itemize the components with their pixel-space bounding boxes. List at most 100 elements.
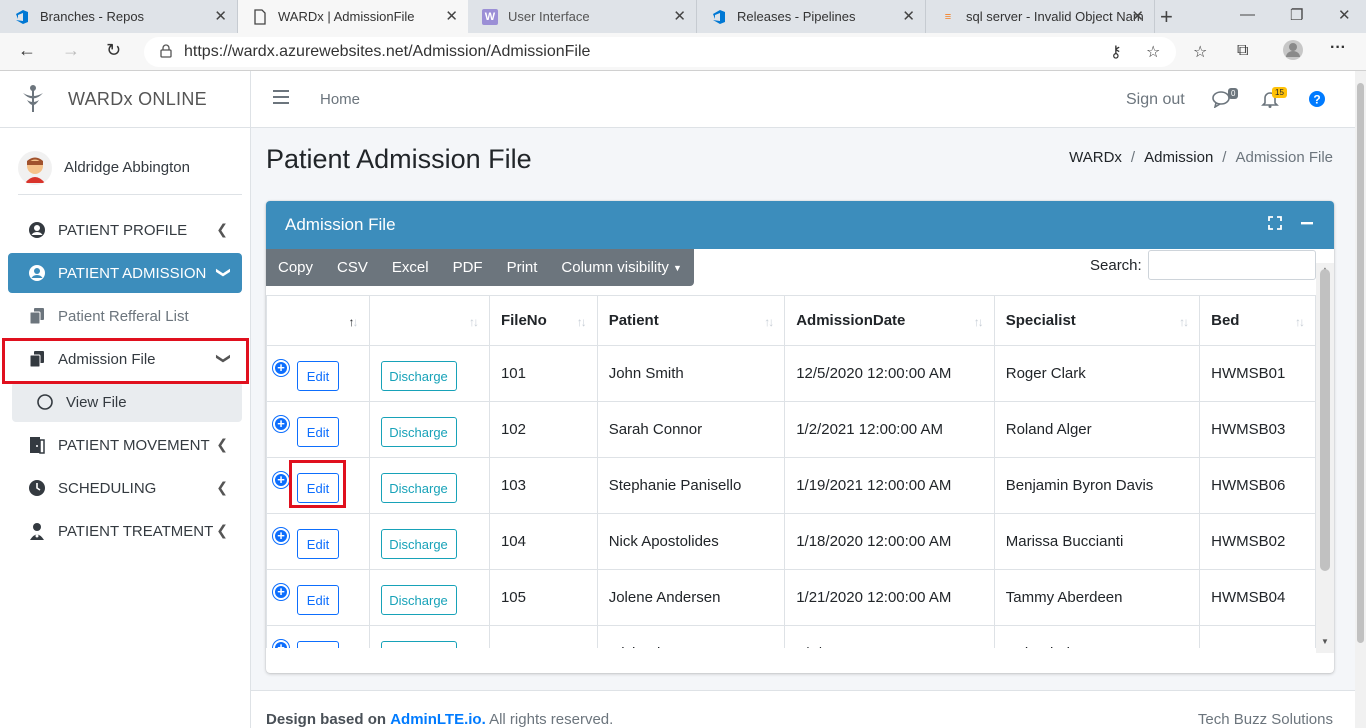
profile-icon[interactable] (1282, 39, 1304, 66)
adminlte-link[interactable]: AdminLTE.io. (390, 711, 486, 728)
breadcrumb-item[interactable]: WARDx (1069, 149, 1122, 166)
brand[interactable]: WARDx ONLINE (0, 71, 250, 128)
sidebar-item-patient-admission[interactable]: PATIENT ADMISSION ❮ (8, 253, 242, 293)
table-scrollbar[interactable]: ▲ ▼ (1316, 263, 1334, 653)
discharge-button[interactable]: Discharge (380, 585, 457, 615)
expand-row-icon[interactable]: + (273, 640, 289, 648)
close-icon[interactable]: ✕ (902, 7, 915, 25)
highlight-box (289, 460, 346, 508)
sidebar-item-scheduling[interactable]: SCHEDULING ❮ (8, 468, 242, 508)
edit-button[interactable]: Edit (297, 529, 339, 559)
sidebar-item-patient-movement[interactable]: PATIENT MOVEMENT ❮ (8, 425, 242, 465)
favorites-icon[interactable]: ☆ (1193, 42, 1207, 62)
scroll-thumb[interactable] (1320, 269, 1330, 571)
key-icon[interactable]: ⚷ (1110, 42, 1122, 62)
bed-cell: HWMSB02 (1199, 513, 1316, 570)
discharge-button[interactable]: Discharge (380, 529, 457, 559)
sidebar-item-view-file[interactable]: View File (12, 382, 242, 422)
bed-cell: HWMSB06 (1199, 457, 1316, 514)
favorite-add-icon[interactable]: ☆ (1146, 42, 1160, 62)
specialist-cell: Roland Alger (993, 401, 1201, 458)
close-icon[interactable]: ✕ (673, 7, 686, 25)
help-icon[interactable]: ? (1308, 90, 1326, 113)
expand-row-icon[interactable]: + (273, 472, 289, 488)
signout-link[interactable]: Sign out (1126, 91, 1185, 109)
row-action-cell: Discharge (368, 401, 490, 458)
more-icon[interactable]: ··· (1330, 39, 1346, 57)
column-header-admissiondate[interactable]: AdmissionDate ↑↓ (784, 295, 995, 346)
url-field[interactable]: https://wardx.azurewebsites.net/Admissio… (144, 37, 1176, 67)
bell-icon[interactable]: 15 (1261, 87, 1287, 113)
print-button[interactable]: Print (495, 249, 550, 286)
menu-icon[interactable] (273, 90, 289, 104)
scroll-thumb[interactable] (1357, 83, 1364, 643)
column-header-bed[interactable]: Bed ↑↓ (1199, 295, 1316, 346)
maximize-icon[interactable] (1268, 216, 1282, 233)
card-header: Admission File (266, 201, 1334, 249)
patient-cell: Jolene Andersen (596, 569, 786, 626)
close-icon[interactable]: ✕ (1131, 7, 1144, 25)
discharge-button[interactable]: Discharge (380, 417, 457, 447)
circle-icon (36, 393, 54, 411)
window-scrollbar[interactable] (1355, 71, 1366, 728)
messages-badge: 0 (1228, 88, 1239, 99)
column-header-patient[interactable]: Patient ↑↓ (596, 295, 786, 346)
admissiondate-cell: 1/2/2021 12:00:00 AM (784, 401, 995, 458)
scroll-down-icon[interactable]: ▼ (1321, 637, 1329, 646)
forward-icon[interactable]: → (62, 40, 80, 61)
excel-button[interactable]: Excel (380, 249, 441, 286)
column-header-actions[interactable]: ↑↓ (368, 295, 490, 346)
lock-icon (160, 43, 172, 61)
refresh-icon[interactable]: ↻ (106, 40, 121, 61)
browser-tab[interactable]: W User Interface ✕ (468, 0, 697, 33)
sidebar-item-patient-profile[interactable]: PATIENT PROFILE ❮ (8, 210, 242, 250)
column-header-fileno[interactable]: FileNo ↑↓ (488, 295, 598, 346)
restore-icon[interactable]: ❐ (1290, 6, 1303, 24)
copy-button[interactable]: Copy (266, 249, 325, 286)
sidebar-item-patient-refferal-list[interactable]: Patient Refferal List (8, 296, 242, 336)
column-visibility-button[interactable]: Column visibility ▼ (549, 249, 693, 286)
expand-row-icon[interactable]: + (273, 416, 289, 432)
user-panel[interactable]: Aldridge Abbington (18, 141, 242, 195)
discharge-button[interactable]: Discharge (380, 473, 457, 503)
column-header-expand[interactable]: ↑↓ (266, 295, 370, 346)
edit-button[interactable]: Edit (297, 641, 339, 648)
collapse-icon[interactable] (1300, 216, 1314, 233)
discharge-button[interactable]: Discharge (380, 361, 457, 391)
admission-table: ↑↓ ↑↓ FileNo ↑↓ Patient ↑↓ AdmissionDate ↑↓… (266, 295, 1316, 648)
minimize-icon[interactable]: — (1240, 6, 1255, 23)
discharge-button[interactable]: Discharge (380, 641, 457, 648)
search-input[interactable] (1148, 250, 1316, 280)
column-header-specialist[interactable]: Specialist ↑↓ (993, 295, 1201, 346)
collections-icon[interactable]: ⧉ (1237, 42, 1248, 60)
sidebar-item-label: View File (66, 393, 127, 411)
edit-button[interactable]: Edit (297, 361, 339, 391)
expand-row-icon[interactable]: + (273, 360, 289, 376)
close-icon[interactable]: ✕ (214, 7, 227, 25)
csv-button[interactable]: CSV (325, 249, 380, 286)
chevron-down-icon: ❮ (213, 266, 230, 279)
browser-tab[interactable]: ≡ sql server - Invalid Object Nam ✕ (926, 0, 1155, 33)
edit-button[interactable]: Edit (297, 417, 339, 447)
breadcrumb-item[interactable]: Admission (1144, 149, 1213, 166)
pdf-button[interactable]: PDF (441, 249, 495, 286)
browser-tab[interactable]: Releases - Pipelines ✕ (697, 0, 926, 33)
expand-row-icon[interactable]: + (273, 584, 289, 600)
messages-icon[interactable]: 0 (1212, 88, 1239, 113)
new-tab-icon[interactable]: + (1160, 4, 1173, 30)
browser-tab-active[interactable]: WARDx | AdmissionFile ✕ (238, 0, 468, 33)
expand-row-icon[interactable]: + (273, 528, 289, 544)
close-window-icon[interactable]: ✕ (1338, 6, 1351, 24)
sidebar-item-patient-treatment[interactable]: PATIENT TREATMENT ❮ (8, 511, 242, 551)
fileno-cell: 106 (488, 625, 598, 648)
specialist-cell: Benjamin Byron Davis (993, 457, 1201, 514)
tab-label: User Interface (508, 9, 590, 24)
bed-cell: HWMSB01 (1199, 345, 1316, 402)
back-icon[interactable]: ← (18, 40, 36, 61)
close-icon[interactable]: ✕ (445, 7, 458, 25)
brand-name: WARDx ONLINE (68, 88, 207, 109)
home-link[interactable]: Home (320, 91, 360, 108)
browser-tab[interactable]: Branches - Repos ✕ (0, 0, 238, 33)
edit-button[interactable]: Edit (297, 585, 339, 615)
sidebar-item-label: PATIENT PROFILE (58, 221, 188, 239)
